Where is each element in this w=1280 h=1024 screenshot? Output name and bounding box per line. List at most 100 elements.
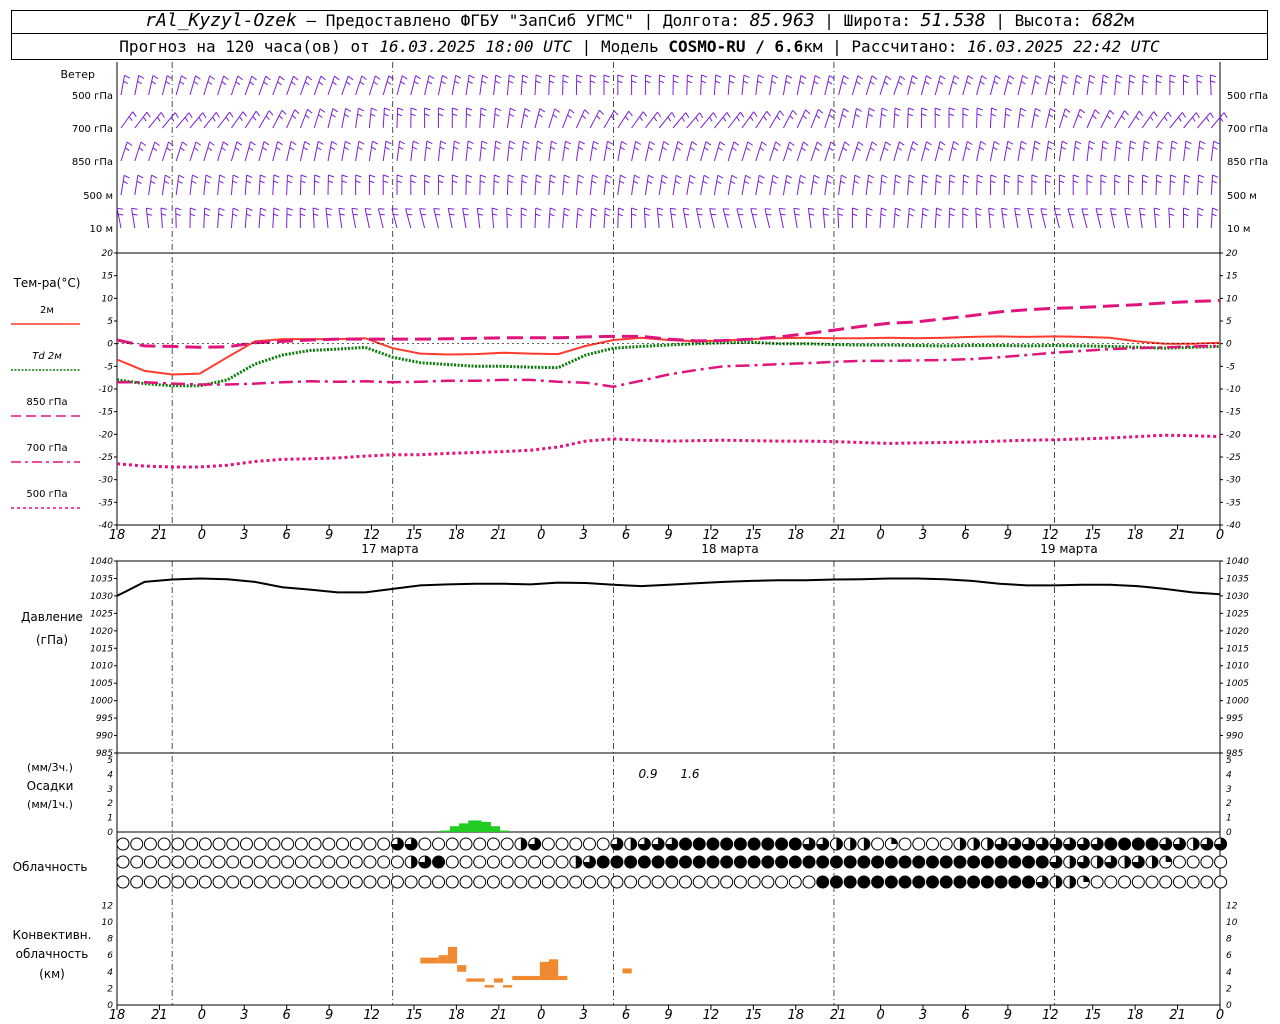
cloud-cover-symbol [157,875,171,889]
wind-barb [479,74,489,96]
cloud-cover-symbol [898,837,912,851]
temperature-ytick: 15 [102,272,114,282]
temperature-legend-label: 850 гПа [26,397,67,408]
temperature-ytick-right: -5 [1226,362,1235,372]
wind-barb [465,140,474,162]
cloud-cover-symbol [1104,837,1118,851]
wind-barb [851,207,859,228]
cloud-cover-sector [987,838,994,850]
wind-level-label-right: 10 м [1227,224,1250,235]
cloud-cover-symbol [1186,855,1200,869]
cloud-cover-symbol [596,837,610,851]
wind-barb [217,141,229,162]
cloud-cover-symbol [171,875,185,889]
wind-barb [1001,207,1008,229]
pressure-ytick-right: 1040 [1226,557,1249,567]
wind-barb [976,174,983,196]
cloud-cover-symbol [239,837,253,851]
wind-barb [1114,110,1129,129]
wind-barb [299,75,313,96]
wind-barb [589,140,599,162]
time-tick-label: 6 [961,528,969,543]
wind-barb [368,140,378,162]
temperature-ytick-right: 10 [1226,294,1238,304]
wind-barb [865,141,878,162]
cloud-cover-symbol [459,837,473,851]
cloud-cover-symbol [185,837,199,851]
wind-barb [672,174,682,196]
temperature-ytick-right: 0 [1226,340,1232,350]
wind-barb [134,111,151,129]
wind-barb [405,208,413,229]
wind-barb [120,111,137,129]
wind-barb [865,107,875,129]
cloud-cover-symbol [349,855,363,869]
wind-barb [562,174,570,196]
wind-barb [410,140,419,162]
wind-barb [796,174,806,196]
wind-barb [1040,208,1048,229]
wind-barb [934,207,943,229]
cloud-cover-symbol [377,837,391,851]
pressure-ytick-right: 1005 [1226,679,1249,689]
cloud-cover-symbol [500,837,514,851]
wind-barb [244,141,256,162]
wind-barb [1197,112,1214,129]
wind-barb [382,140,392,162]
wind-barb [493,140,502,162]
wind-barb [244,207,253,229]
cloud-cover-symbol [1200,875,1214,889]
wind-barb [778,207,786,229]
wind-barb [462,207,469,229]
time-tick-label-bottom: 0 [876,1008,884,1023]
wind-barb [920,107,928,129]
wind-barb [217,207,225,229]
convective-ytick: 12 [102,901,114,911]
cloud-cover-symbol [294,875,308,889]
wind-barb [548,174,556,196]
wind-barb [534,140,544,162]
convective-ytick: 10 [102,918,114,928]
cloud-cover-symbol [624,875,638,889]
temperature-ytick: -15 [98,408,113,418]
wind-barb [1139,207,1146,229]
wind-barb [424,140,433,162]
wind-barb [1058,174,1066,195]
cloud-cover-symbol [912,875,926,889]
cloud-cover-sector [973,838,980,850]
wind-barb [631,207,638,229]
cloud-cover-symbol [267,875,281,889]
cloud-cover-symbol [925,855,939,869]
temperature-ytick: -30 [98,476,113,486]
time-tick-label: 12 [363,528,380,543]
cloud-cover-symbol [514,855,528,869]
cloud-cover-symbol [1186,875,1200,889]
time-tick-label: 15 [745,528,762,543]
wind-barb [631,74,638,95]
time-tick-label: 6 [622,528,630,543]
wind-barb [1155,174,1163,196]
wind-barb [396,174,403,195]
wind-barb [1067,208,1075,229]
wind-barb [1168,207,1175,229]
cloud-cover-symbol [775,837,789,851]
temperature-ytick-right: 5 [1226,317,1232,327]
day-label: 19 марта [1040,542,1097,556]
convective-bar [438,955,448,964]
wind-barb [934,141,946,162]
convective-ytick: 2 [107,984,113,994]
wind-barb [1017,174,1025,196]
time-tick-label-bottom: 9 [664,1008,672,1023]
cloud-cover-symbol [884,875,898,889]
wind-barb [286,75,299,96]
cloud-cover-symbol [185,855,199,869]
time-tick-label-bottom: 3 [580,1008,588,1023]
wind-barb [865,75,878,96]
cloud-cover-symbol [473,837,487,851]
wind-barb [727,141,740,162]
wind-barb [575,174,585,196]
wind-barb [424,174,431,196]
wind-barb [1045,74,1056,96]
meteogram: 1818212100336699121215151818212100336699… [11,62,1268,1023]
temperature-ytick-right: 20 [1226,249,1238,259]
